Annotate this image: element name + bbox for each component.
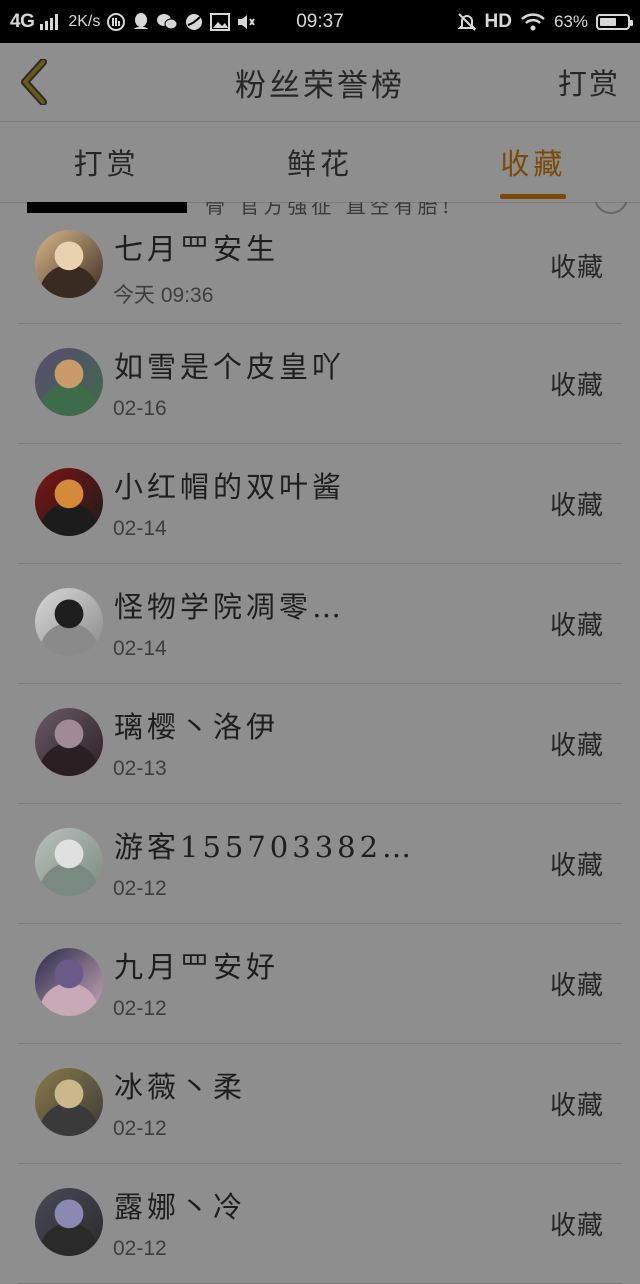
battery-percent: 63% [553, 11, 588, 31]
avatar[interactable] [35, 588, 103, 656]
favorite-date: 02-12 [113, 1117, 167, 1140]
user-name: 冰薇丶柔 [114, 1070, 247, 1104]
favorite-label: 收藏 [549, 371, 604, 401]
avatar[interactable] [35, 348, 103, 416]
favorite-date: 02-12 [113, 877, 167, 900]
network-speed: 2K/s [68, 12, 101, 30]
tab-favorites[interactable]: 收藏 [427, 122, 640, 202]
mute-icon [236, 12, 256, 32]
favorite-label: 收藏 [549, 253, 604, 283]
browser-icon [184, 12, 204, 32]
battery-icon [596, 13, 633, 30]
user-name: 游客155703382… [114, 830, 416, 864]
notification-off-icon [457, 12, 477, 32]
favorite-date: 02-13 [113, 757, 167, 780]
clock: 09:37 [296, 10, 344, 32]
network-type: 4G [10, 10, 35, 32]
user-name: 怪物学院凋零… [114, 590, 346, 624]
favorite-label: 收藏 [549, 491, 604, 521]
avatar[interactable] [35, 1188, 103, 1256]
user-name: 如雪是个皮皇吖 [114, 350, 346, 384]
favorite-date: 02-14 [113, 517, 167, 540]
avatar[interactable] [35, 708, 103, 776]
avatar[interactable] [35, 828, 103, 896]
list-item[interactable]: 怪物学院凋零… 02-14 收藏 [18, 564, 622, 684]
favorite-date: 02-12 [113, 1237, 167, 1260]
favorite-label: 收藏 [549, 851, 604, 881]
list-item[interactable]: 小红帽的双叶酱 02-14 收藏 [18, 444, 622, 564]
battery-level [600, 17, 617, 26]
favorite-date: 今天 09:36 [113, 284, 214, 307]
tab-reward[interactable]: 打赏 [0, 122, 213, 202]
fan-list: 七月罒安生 今天 09:36 收藏 如雪是个皮皇吖 02-16 收藏 小红帽的双叶酱 02-1… [0, 206, 640, 1284]
user-name: 露娜丶冷 [114, 1190, 247, 1224]
status-bar: 4G 2K/s 09:37 HD 63% [0, 0, 640, 43]
favorite-label: 收藏 [549, 1091, 604, 1121]
favorite-label: 收藏 [549, 1211, 604, 1241]
list-item[interactable]: 九月罒安好 02-12 收藏 [18, 924, 622, 1044]
favorite-label: 收藏 [549, 611, 604, 641]
page-title: 粉丝荣誉榜 [235, 67, 405, 104]
wifi-icon [520, 12, 546, 32]
status-right: HD 63% [457, 0, 633, 43]
status-left: 4G 2K/s [10, 0, 256, 43]
avatar[interactable] [35, 230, 103, 298]
user-name: 小红帽的双叶酱 [114, 470, 346, 504]
active-tab-indicator [500, 194, 567, 199]
user-name: 七月罒安生 [114, 232, 280, 266]
app-header: 粉丝荣誉榜 打赏 [0, 43, 640, 122]
avatar[interactable] [35, 948, 103, 1016]
list-item[interactable]: 冰薇丶柔 02-12 收藏 [18, 1044, 622, 1164]
app-notification-icon [106, 12, 126, 32]
favorite-label: 收藏 [549, 731, 604, 761]
list-item[interactable]: 游客155703382… 02-12 收藏 [18, 804, 622, 924]
favorite-date: 02-16 [113, 397, 167, 420]
favorite-date: 02-14 [113, 637, 167, 660]
favorite-date: 02-12 [113, 997, 167, 1020]
qq-icon [132, 12, 150, 32]
tab-label: 鲜花 [286, 147, 353, 181]
tab-label: 打赏 [73, 147, 140, 181]
list-item[interactable]: 露娜丶冷 02-12 收藏 [18, 1164, 622, 1284]
wechat-icon [156, 12, 178, 32]
list-item[interactable]: 七月罒安生今天 09:36 收藏 [18, 206, 622, 324]
back-button[interactable] [12, 57, 56, 107]
avatar[interactable] [35, 468, 103, 536]
list-item[interactable]: 璃樱丶洛伊 02-13 收藏 [18, 684, 622, 804]
user-name: 璃樱丶洛伊 [114, 710, 280, 744]
gallery-icon [210, 12, 231, 31]
list-item[interactable]: 如雪是个皮皇吖 02-16 收藏 [18, 324, 622, 444]
user-name: 九月罒安好 [114, 950, 280, 984]
chevron-left-icon [21, 59, 47, 105]
tab-label: 收藏 [500, 147, 567, 181]
hd-indicator: HD [484, 10, 512, 32]
favorite-label: 收藏 [549, 971, 604, 1001]
signal-icon [40, 13, 59, 30]
avatar[interactable] [35, 1068, 103, 1136]
tab-flowers[interactable]: 鲜花 [213, 122, 426, 202]
reward-button[interactable]: 打赏 [558, 43, 620, 121]
tab-bar: 打赏 鲜花 收藏 [0, 122, 640, 203]
